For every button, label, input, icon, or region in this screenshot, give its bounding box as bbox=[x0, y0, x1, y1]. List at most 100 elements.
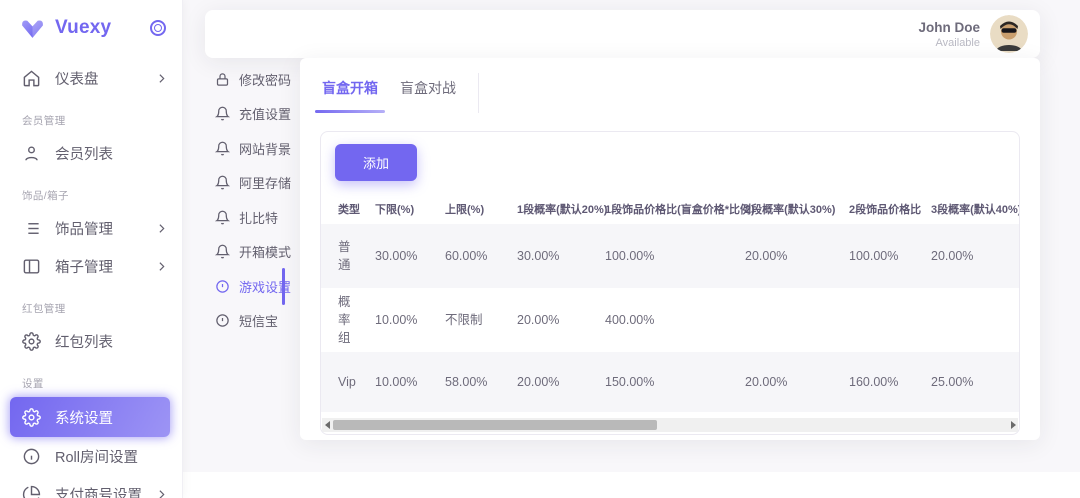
col-header: 类型 bbox=[321, 194, 367, 224]
settings-menu-item-site-background[interactable]: 网站背景 bbox=[183, 131, 300, 166]
list-icon bbox=[22, 218, 42, 238]
alert-circle-icon bbox=[215, 279, 230, 294]
settings-menu-label: 短信宝 bbox=[239, 311, 278, 330]
chevron-right-icon bbox=[155, 222, 168, 235]
cell: 不限制 bbox=[437, 288, 509, 352]
settings-menu-item-zhabite[interactable]: 扎比特 bbox=[183, 200, 300, 235]
bell-icon bbox=[215, 141, 230, 156]
settings-menu-item-change-password[interactable]: 修改密码 bbox=[183, 62, 300, 97]
scrollbar-thumb[interactable] bbox=[333, 420, 657, 430]
alert-circle-icon bbox=[215, 313, 230, 328]
bell-icon bbox=[215, 106, 230, 121]
table-header-row: 类型 下限(%) 上限(%) 1段概率(默认20%) 1段饰品价格比(盲盒价格*… bbox=[321, 194, 1019, 224]
cell: 10.00% bbox=[367, 352, 437, 412]
settings-menu-item-sms-bao[interactable]: 短信宝 bbox=[183, 304, 300, 339]
cell bbox=[737, 288, 841, 352]
sidebar-nav: 仪表盘 会员管理 会员列表 饰品/箱子 饰品管理 bbox=[0, 53, 182, 498]
col-header: 1段概率(默认20%) bbox=[509, 194, 597, 224]
sidebar-item-label: 仪表盘 bbox=[55, 68, 99, 89]
bottom-strip bbox=[183, 472, 1080, 498]
tab-blindbox-open[interactable]: 盲盒开箱 bbox=[322, 75, 378, 113]
settings-menu-label: 扎比特 bbox=[239, 208, 278, 227]
scrollbar-track[interactable] bbox=[332, 420, 1008, 430]
tabs-divider bbox=[478, 73, 479, 113]
settings-menu-item-game-settings[interactable]: 游戏设置 bbox=[183, 269, 300, 304]
sidebar-item-label: Roll房间设置 bbox=[55, 446, 138, 467]
home-icon bbox=[22, 68, 42, 88]
table-row: Vip 10.00% 58.00% 20.00% 150.00% 20.00% … bbox=[321, 352, 1019, 412]
lock-icon bbox=[215, 72, 230, 87]
pie-chart-icon bbox=[22, 484, 42, 498]
settings-menu-item-ali-storage[interactable]: 阿里存储 bbox=[183, 166, 300, 201]
cell: 60.00% bbox=[437, 224, 509, 288]
cell: 概率组 bbox=[321, 288, 367, 352]
sidebar-item-roll-room-settings[interactable]: Roll房间设置 bbox=[0, 437, 182, 475]
cell: 25.00% bbox=[923, 352, 1019, 412]
bell-icon bbox=[215, 175, 230, 190]
col-header: 1段饰品价格比(盲盒价格*比例) bbox=[597, 194, 737, 224]
user-status: Available bbox=[918, 37, 980, 49]
sidebar-collapse-toggle-icon[interactable] bbox=[150, 20, 166, 36]
bell-icon bbox=[215, 244, 230, 259]
user-meta: John Doe Available bbox=[918, 20, 980, 49]
user-name: John Doe bbox=[918, 20, 980, 35]
settings-menu-label: 修改密码 bbox=[239, 70, 291, 89]
tab-blindbox-battle[interactable]: 盲盒对战 bbox=[400, 75, 456, 113]
settings-menu-label: 开箱模式 bbox=[239, 242, 291, 261]
sidebar-section-items-boxes: 饰品/箱子 bbox=[0, 172, 182, 209]
bell-icon bbox=[215, 210, 230, 225]
sidebar-item-label: 会员列表 bbox=[55, 143, 113, 164]
sidebar-item-redpacket-list[interactable]: 红包列表 bbox=[0, 322, 182, 360]
layout-box-icon bbox=[22, 256, 42, 276]
settings-menu-label: 网站背景 bbox=[239, 139, 291, 158]
col-header: 下限(%) bbox=[367, 194, 437, 224]
user-menu[interactable]: John Doe Available bbox=[918, 15, 1028, 53]
brand-name: Vuexy bbox=[55, 17, 150, 39]
cell: 20.00% bbox=[923, 224, 1019, 288]
cell: 30.00% bbox=[367, 224, 437, 288]
scroll-right-icon[interactable] bbox=[1008, 418, 1018, 432]
cell: 20.00% bbox=[737, 224, 841, 288]
col-header: 3段概率(默认40%) bbox=[923, 194, 1019, 224]
sidebar-item-label: 箱子管理 bbox=[55, 256, 113, 277]
chevron-right-icon bbox=[155, 488, 168, 498]
sidebar-item-label: 支付商号设置 bbox=[55, 484, 142, 498]
horizontal-scrollbar bbox=[322, 418, 1018, 432]
add-button[interactable]: 添加 bbox=[335, 144, 417, 181]
table-panel: 添加 类型 下限(%) 上限(%) 1段概率(默认20%) 1段饰品价格比(盲 bbox=[320, 131, 1020, 435]
gear-icon bbox=[22, 407, 42, 427]
cell: 150.00% bbox=[597, 352, 737, 412]
sidebar-item-dashboard[interactable]: 仪表盘 bbox=[0, 59, 182, 97]
user-icon bbox=[22, 143, 42, 163]
sidebar-section-redpacket: 红包管理 bbox=[0, 285, 182, 322]
settings-menu-label: 阿里存储 bbox=[239, 173, 291, 192]
cell: 100.00% bbox=[597, 224, 737, 288]
cell: 30.00% bbox=[509, 224, 597, 288]
table-row: 普通 30.00% 60.00% 30.00% 100.00% 20.00% 1… bbox=[321, 224, 1019, 288]
cell: 20.00% bbox=[509, 288, 597, 352]
vuexy-logo-icon bbox=[20, 18, 45, 39]
cell: 160.00% bbox=[841, 352, 923, 412]
scroll-left-icon[interactable] bbox=[322, 418, 332, 432]
app-root: Vuexy 仪表盘 会员管理 会员列表 饰品/箱子 bbox=[0, 0, 1080, 498]
logo-row: Vuexy bbox=[0, 0, 182, 53]
sidebar-item-member-list[interactable]: 会员列表 bbox=[0, 134, 182, 172]
cell bbox=[841, 288, 923, 352]
tabs-row: 盲盒开箱 盲盒对战 bbox=[300, 58, 1040, 113]
sidebar-item-box-manage[interactable]: 箱子管理 bbox=[0, 247, 182, 285]
avatar[interactable] bbox=[990, 15, 1028, 53]
cell: 20.00% bbox=[737, 352, 841, 412]
cell: 普通 bbox=[321, 224, 367, 288]
settings-menu-item-unbox-mode[interactable]: 开箱模式 bbox=[183, 235, 300, 270]
cell: 10.00% bbox=[367, 288, 437, 352]
sidebar-item-payment-merchant-settings[interactable]: 支付商号设置 bbox=[0, 475, 182, 498]
settings-menu-item-recharge[interactable]: 充值设置 bbox=[183, 97, 300, 132]
cell: 20.00% bbox=[509, 352, 597, 412]
cell: 400.00% bbox=[597, 288, 737, 352]
col-header: 上限(%) bbox=[437, 194, 509, 224]
cell bbox=[923, 288, 1019, 352]
sidebar-item-system-settings[interactable]: 系统设置 bbox=[10, 397, 170, 437]
sidebar-item-decoration-manage[interactable]: 饰品管理 bbox=[0, 209, 182, 247]
content-region: John Doe Available bbox=[183, 0, 1080, 498]
rates-table: 类型 下限(%) 上限(%) 1段概率(默认20%) 1段饰品价格比(盲盒价格*… bbox=[321, 194, 1019, 412]
